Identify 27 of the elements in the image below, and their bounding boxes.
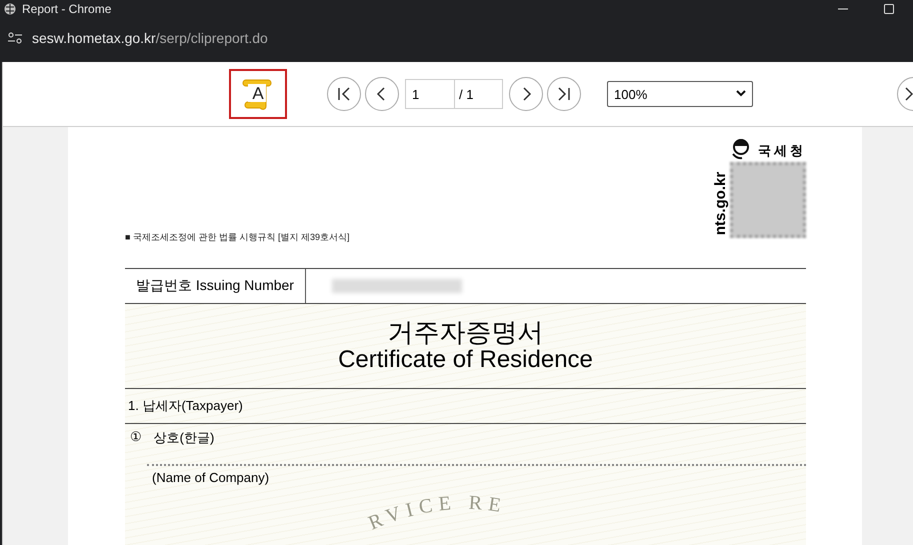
report-logo-button[interactable]: A [229, 69, 287, 119]
field-number: ① [130, 429, 142, 445]
last-page-icon [557, 87, 571, 101]
form-reference: ■ 국제조세조정에 관한 법률 시행규칙 [별지 제39호서식] [125, 231, 350, 244]
issuing-number-label: 발급번호 Issuing Number [125, 269, 306, 303]
field-label-english: (Name of Company) [152, 470, 270, 485]
maximize-icon [884, 4, 894, 14]
last-page-button[interactable] [547, 77, 581, 111]
window-title: Report - Chrome [22, 2, 112, 16]
first-page-icon [337, 87, 351, 101]
agency-site: nts.go.kr [712, 171, 730, 235]
section-heading: 1. 납세자(Taxpayer) [125, 389, 806, 424]
next-page-button[interactable] [509, 77, 543, 111]
page-number-field[interactable]: 1 [405, 79, 455, 109]
dropdown-caret-icon [736, 90, 746, 98]
site-settings-icon[interactable] [8, 32, 22, 44]
seal-text: RVICE RE [365, 492, 508, 534]
first-page-button[interactable] [327, 77, 361, 111]
zoom-select[interactable]: 100% [607, 81, 753, 107]
address-url[interactable]: sesw.hometax.go.kr/serp/clipreport.do [32, 30, 268, 46]
field-label: 상호(한글) [154, 429, 214, 447]
globe-icon [4, 2, 16, 14]
document-title-english: Certificate of Residence [338, 346, 593, 374]
agency-name: 국세청 [758, 142, 806, 160]
document-title: 거주자증명서 [388, 318, 544, 346]
page-total: / 1 [455, 79, 503, 109]
chevron-right-icon [904, 87, 913, 101]
